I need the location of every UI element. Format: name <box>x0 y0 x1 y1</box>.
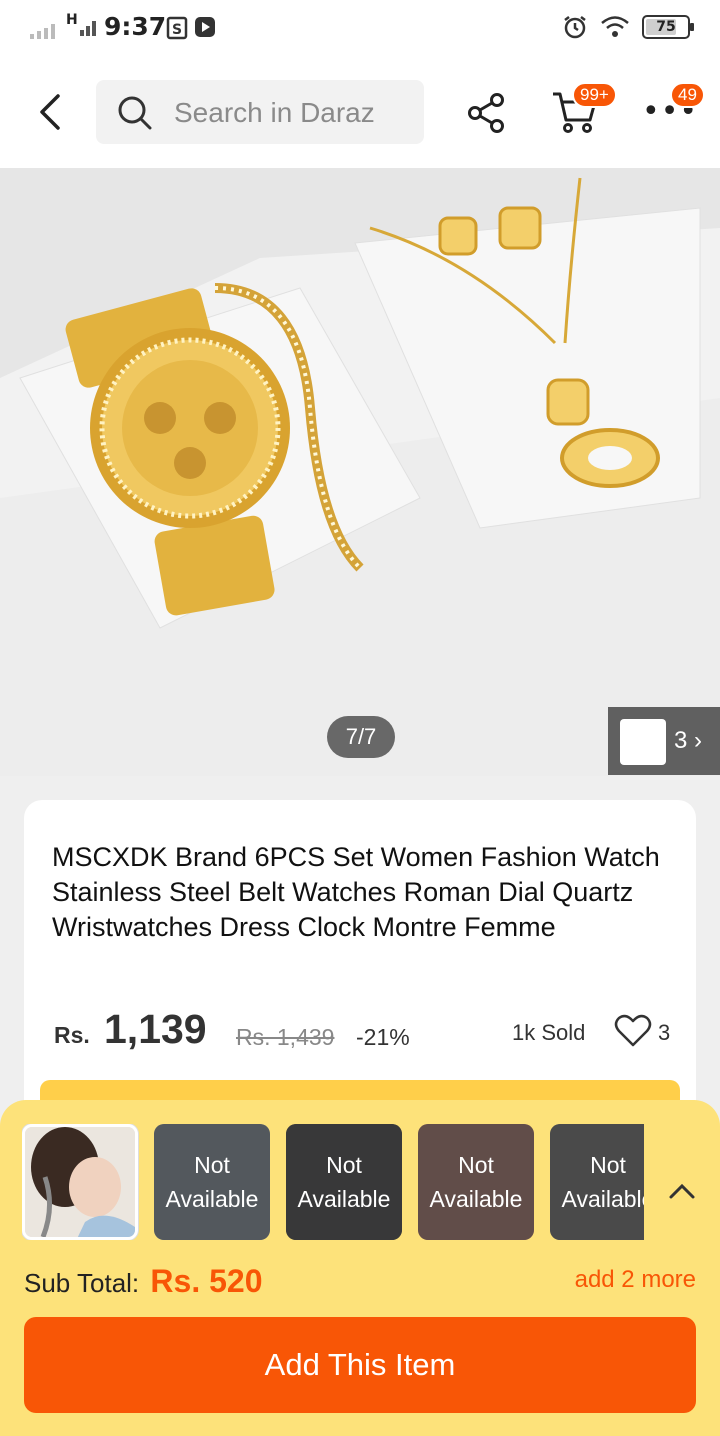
bundle-bottom-sheet: Not Available Not Available Not Available N… <box>0 1100 720 1436</box>
subtotal-amount: Rs. 520 <box>150 1263 263 1299</box>
cart-count-badge: 99+ <box>572 82 617 108</box>
top-bar: Search in Daraz 99+ ••• 49 <box>0 58 720 168</box>
wifi-icon <box>601 16 629 37</box>
variant-unavailable-label: NotAvailable <box>550 1124 644 1240</box>
thumbnail-count-value: 3 <box>674 727 688 754</box>
signal-icon <box>30 24 55 39</box>
add-more-hint: add 2 more <box>574 1266 696 1293</box>
sold-count: 1k Sold <box>512 1020 586 1045</box>
gallery-thumbnail <box>620 719 666 765</box>
subtotal: Sub Total: Rs. 520 <box>24 1263 262 1300</box>
variant-unavailable-label: NotAvailable <box>418 1124 534 1240</box>
variant-option-5[interactable]: NotAvailable <box>550 1124 644 1240</box>
heart-icon[interactable] <box>614 1014 652 1048</box>
variant-option-3[interactable]: Not Available <box>286 1124 402 1240</box>
chevron-right-icon: › <box>694 727 703 754</box>
variant-image <box>25 1127 135 1237</box>
variant-option-1[interactable] <box>22 1124 138 1240</box>
product-photo <box>0 168 720 776</box>
wishlist-count: 3 <box>658 1020 671 1045</box>
signal-icon-2 <box>80 21 96 36</box>
notification-count-badge: 49 <box>670 82 705 108</box>
currency-label: Rs. <box>54 1022 90 1048</box>
battery-indicator: 75 <box>642 15 694 39</box>
share-icon[interactable] <box>466 92 508 134</box>
clock: 9:37 <box>104 12 167 41</box>
battery-level: 75 <box>656 19 676 35</box>
product-image[interactable] <box>0 168 720 776</box>
gallery-thumbnails-button[interactable]: 3 › <box>608 707 720 775</box>
discount-percent: -21% <box>356 1024 410 1050</box>
thumbnail-count: 3 › <box>674 727 702 755</box>
variant-option-4[interactable]: Not Available <box>418 1124 534 1240</box>
svg-text:S: S <box>172 22 182 38</box>
play-icon <box>195 17 215 37</box>
network-type: H <box>66 12 78 28</box>
search-icon <box>118 96 152 130</box>
alarm-icon <box>564 16 586 39</box>
variant-unavailable-label: NotAvailable <box>286 1124 402 1240</box>
search-placeholder: Search in Daraz <box>174 97 375 128</box>
subtotal-label: Sub Total: <box>24 1268 140 1298</box>
variant-list: Not Available Not Available Not Available N… <box>22 1124 644 1240</box>
status-bar: H 9:37 S 75 <box>0 0 720 58</box>
variant-unavailable-label: NotAvailable <box>154 1124 270 1240</box>
original-price: Rs. 1,439 <box>236 1024 335 1050</box>
back-arrow-icon[interactable] <box>34 92 68 132</box>
storage-icon: S <box>166 16 188 40</box>
variant-option-2[interactable]: Not Available <box>154 1124 270 1240</box>
product-title: MSCXDK Brand 6PCS Set Women Fashion Watc… <box>52 842 660 942</box>
chevron-up-icon[interactable] <box>668 1182 696 1200</box>
price-row: Rs. 1,139 Rs. 1,439 -21% 1k Sold 3 <box>54 1004 674 1054</box>
current-price: 1,139 <box>104 1006 207 1052</box>
image-counter: 7/7 <box>327 716 395 758</box>
search-input[interactable]: Search in Daraz <box>96 80 424 144</box>
add-item-button[interactable]: Add This Item <box>24 1317 696 1413</box>
